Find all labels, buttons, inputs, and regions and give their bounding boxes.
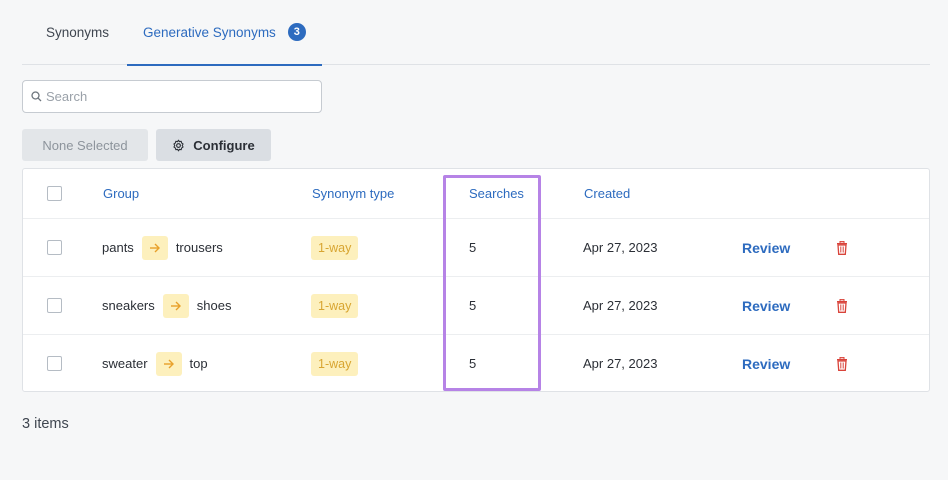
configure-label: Configure <box>193 137 255 153</box>
tab-generative-label: Generative Synonyms <box>143 24 276 40</box>
table-row: pants trousers 1-way 5 Apr 27, 2023 Review <box>23 218 929 276</box>
group-to: shoes <box>196 298 232 313</box>
none-selected-label: None Selected <box>42 137 128 153</box>
items-count: 3 items <box>22 416 69 432</box>
searches-value: 5 <box>469 356 477 371</box>
created-date: Apr 27, 2023 <box>583 298 658 313</box>
count-badge: 3 <box>287 23 306 41</box>
row-checkbox[interactable] <box>47 298 62 313</box>
column-header-searches[interactable]: Searches <box>469 169 524 218</box>
searches-value: 5 <box>469 240 477 255</box>
review-link[interactable]: Review <box>742 277 790 334</box>
trash-icon[interactable] <box>836 219 848 276</box>
configure-button[interactable]: Configure <box>156 129 271 161</box>
review-link[interactable]: Review <box>742 219 790 276</box>
gear-icon <box>172 139 185 152</box>
group-cell: sweater top <box>102 335 208 392</box>
group-cell: pants trousers <box>102 219 223 276</box>
table-row: sneakers shoes 1-way 5 Apr 27, 2023 Review <box>23 276 929 334</box>
search-icon <box>31 91 42 102</box>
arrow-right-icon <box>141 235 168 260</box>
group-cell: sneakers shoes <box>102 277 231 334</box>
review-link[interactable]: Review <box>742 335 790 392</box>
group-to: top <box>189 356 208 371</box>
select-all-checkbox[interactable] <box>47 186 62 201</box>
group-from: sneakers <box>102 298 155 313</box>
column-header-synonym-type[interactable]: Synonym type <box>312 169 394 218</box>
column-header-group[interactable]: Group <box>103 169 139 218</box>
synonym-type-tag: 1-way <box>311 293 359 318</box>
search-input[interactable] <box>46 89 306 104</box>
searches-value: 5 <box>469 298 477 313</box>
group-from: pants <box>102 240 134 255</box>
created-date: Apr 27, 2023 <box>583 356 658 371</box>
none-selected-button[interactable]: None Selected <box>22 129 148 161</box>
trash-icon[interactable] <box>836 277 848 334</box>
arrow-right-icon <box>155 351 182 376</box>
group-to: trousers <box>175 240 223 255</box>
synonyms-table: Group Synonym type Searches Created pant… <box>22 168 930 392</box>
arrow-right-icon <box>162 293 189 318</box>
row-checkbox[interactable] <box>47 356 62 371</box>
created-date: Apr 27, 2023 <box>583 240 658 255</box>
table-header-row: Group Synonym type Searches Created <box>23 169 929 218</box>
tab-synonyms-label: Synonyms <box>46 25 110 40</box>
tab-synonyms[interactable]: Synonyms <box>46 0 109 65</box>
tab-generative-synonyms[interactable]: Generative Synonyms 3 <box>127 0 322 66</box>
group-from: sweater <box>102 356 148 371</box>
synonym-type-tag: 1-way <box>311 235 359 260</box>
synonym-type-tag: 1-way <box>311 351 359 376</box>
search-box[interactable] <box>22 80 322 113</box>
tab-bar: Synonyms Generative Synonyms 3 <box>22 0 930 66</box>
trash-icon[interactable] <box>836 335 848 392</box>
table-row: sweater top 1-way 5 Apr 27, 2023 Review <box>23 334 929 392</box>
row-checkbox[interactable] <box>47 240 62 255</box>
column-header-created[interactable]: Created <box>584 169 630 218</box>
